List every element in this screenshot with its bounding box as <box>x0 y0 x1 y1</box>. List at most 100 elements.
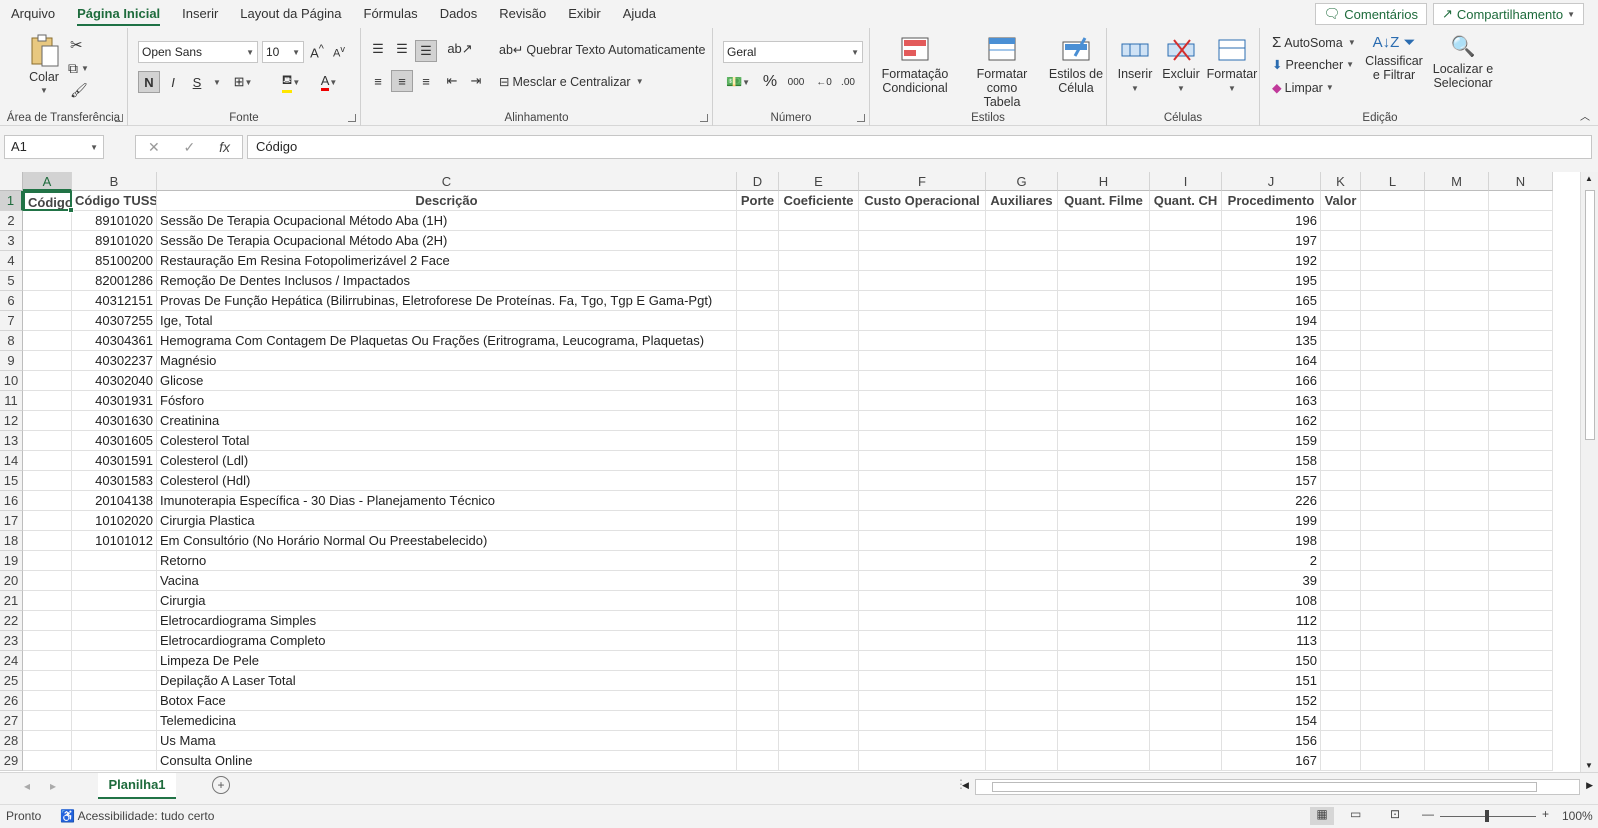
cell[interactable] <box>1058 411 1150 431</box>
header-cell[interactable]: Quant. Filme <box>1058 191 1150 211</box>
align-bottom-button[interactable]: ☰ <box>415 40 437 62</box>
cell[interactable] <box>1321 731 1361 751</box>
cell[interactable] <box>1361 371 1425 391</box>
align-center-button[interactable]: ≡ <box>391 70 413 92</box>
menu-tab-4[interactable]: Fórmulas <box>353 0 429 28</box>
cell[interactable] <box>986 651 1058 671</box>
cell[interactable] <box>1321 631 1361 651</box>
header-cell[interactable]: Código TUSS <box>72 191 157 211</box>
cell[interactable] <box>1321 211 1361 231</box>
cut-button[interactable]: ✂ <box>70 36 83 54</box>
column-header-e[interactable]: E <box>779 172 859 191</box>
vertical-scroll-thumb[interactable] <box>1585 190 1595 440</box>
cell[interactable]: Telemedicina <box>157 711 737 731</box>
cell[interactable] <box>72 751 157 771</box>
cell[interactable] <box>779 251 859 271</box>
cell[interactable] <box>1321 651 1361 671</box>
cell[interactable] <box>1361 331 1425 351</box>
cell[interactable]: 40302237 <box>72 351 157 371</box>
row-header[interactable]: 26 <box>0 691 23 711</box>
cell[interactable] <box>1425 671 1489 691</box>
cell[interactable] <box>1489 631 1553 651</box>
row-header[interactable]: 4 <box>0 251 23 271</box>
menu-tab-6[interactable]: Revisão <box>488 0 557 28</box>
cell[interactable] <box>1058 471 1150 491</box>
cell[interactable] <box>1058 231 1150 251</box>
cell[interactable] <box>1321 691 1361 711</box>
vertical-scrollbar[interactable]: ▲ ▼ <box>1580 172 1598 772</box>
borders-button[interactable]: ⊞ ▼ <box>226 71 260 93</box>
cell[interactable] <box>986 291 1058 311</box>
cell[interactable] <box>1361 571 1425 591</box>
cell[interactable] <box>737 391 779 411</box>
cell[interactable] <box>779 431 859 451</box>
column-header-b[interactable]: B <box>72 172 157 191</box>
cell[interactable]: Colesterol (Hdl) <box>157 471 737 491</box>
cell[interactable]: Ige, Total <box>157 311 737 331</box>
cell[interactable]: 2 <box>1222 551 1321 571</box>
cell[interactable] <box>1361 711 1425 731</box>
row-header[interactable]: 2 <box>0 211 23 231</box>
cell[interactable] <box>1321 571 1361 591</box>
cell[interactable] <box>986 391 1058 411</box>
cell[interactable] <box>737 291 779 311</box>
cell[interactable] <box>1321 371 1361 391</box>
cell[interactable] <box>1321 331 1361 351</box>
cell[interactable] <box>1361 351 1425 371</box>
scroll-right-icon[interactable]: ▶ <box>1586 780 1593 791</box>
cell[interactable] <box>737 571 779 591</box>
cell[interactable] <box>859 631 986 651</box>
dialog-launcher-icon[interactable] <box>115 114 123 122</box>
cell[interactable] <box>1489 431 1553 451</box>
cell[interactable] <box>23 491 72 511</box>
horizontal-scrollbar[interactable]: ◀ ▶ <box>962 779 1593 795</box>
cell[interactable] <box>72 571 157 591</box>
cell[interactable]: Creatinina <box>157 411 737 431</box>
cell[interactable] <box>986 531 1058 551</box>
cell[interactable] <box>1058 551 1150 571</box>
cell[interactable]: 39 <box>1222 571 1321 591</box>
cell[interactable]: 156 <box>1222 731 1321 751</box>
cell[interactable] <box>72 731 157 751</box>
cell[interactable]: Botox Face <box>157 691 737 711</box>
cell[interactable] <box>737 451 779 471</box>
cell[interactable] <box>779 391 859 411</box>
cell[interactable] <box>859 351 986 371</box>
cell[interactable] <box>23 431 72 451</box>
column-header-n[interactable]: N <box>1489 172 1553 191</box>
zoom-slider-thumb[interactable] <box>1485 810 1489 822</box>
cell[interactable] <box>779 691 859 711</box>
cell[interactable] <box>1489 651 1553 671</box>
decrease-indent-button[interactable]: ⇤ <box>441 70 463 92</box>
cell[interactable] <box>1425 231 1489 251</box>
decrease-decimal-button[interactable]: .00 <box>837 71 859 93</box>
row-header[interactable]: 20 <box>0 571 23 591</box>
cell[interactable] <box>1150 231 1222 251</box>
cell[interactable] <box>1058 731 1150 751</box>
cell[interactable] <box>779 511 859 531</box>
autosum-button[interactable]: Σ AutoSoma ▼ <box>1272 34 1356 51</box>
column-header-d[interactable]: D <box>737 172 779 191</box>
cell[interactable] <box>859 411 986 431</box>
cell[interactable]: 154 <box>1222 711 1321 731</box>
cell[interactable]: 112 <box>1222 611 1321 631</box>
cell[interactable] <box>1425 631 1489 651</box>
cell[interactable] <box>737 611 779 631</box>
cell[interactable]: 166 <box>1222 371 1321 391</box>
cell[interactable] <box>737 251 779 271</box>
cell[interactable] <box>23 211 72 231</box>
cell[interactable] <box>779 231 859 251</box>
row-header[interactable]: 29 <box>0 751 23 771</box>
cell[interactable] <box>859 511 986 531</box>
cell[interactable] <box>1361 411 1425 431</box>
cell[interactable] <box>1425 691 1489 711</box>
collapse-ribbon-button[interactable]: ︿ <box>1580 108 1590 123</box>
font-name-select[interactable]: Open Sans ▼ <box>138 41 258 63</box>
cell[interactable] <box>986 351 1058 371</box>
column-header-i[interactable]: I <box>1150 172 1222 191</box>
cell[interactable] <box>23 631 72 651</box>
cell[interactable] <box>1425 251 1489 271</box>
cell[interactable] <box>737 711 779 731</box>
cell[interactable] <box>1489 351 1553 371</box>
header-cell[interactable]: Quant. CH <box>1150 191 1222 211</box>
